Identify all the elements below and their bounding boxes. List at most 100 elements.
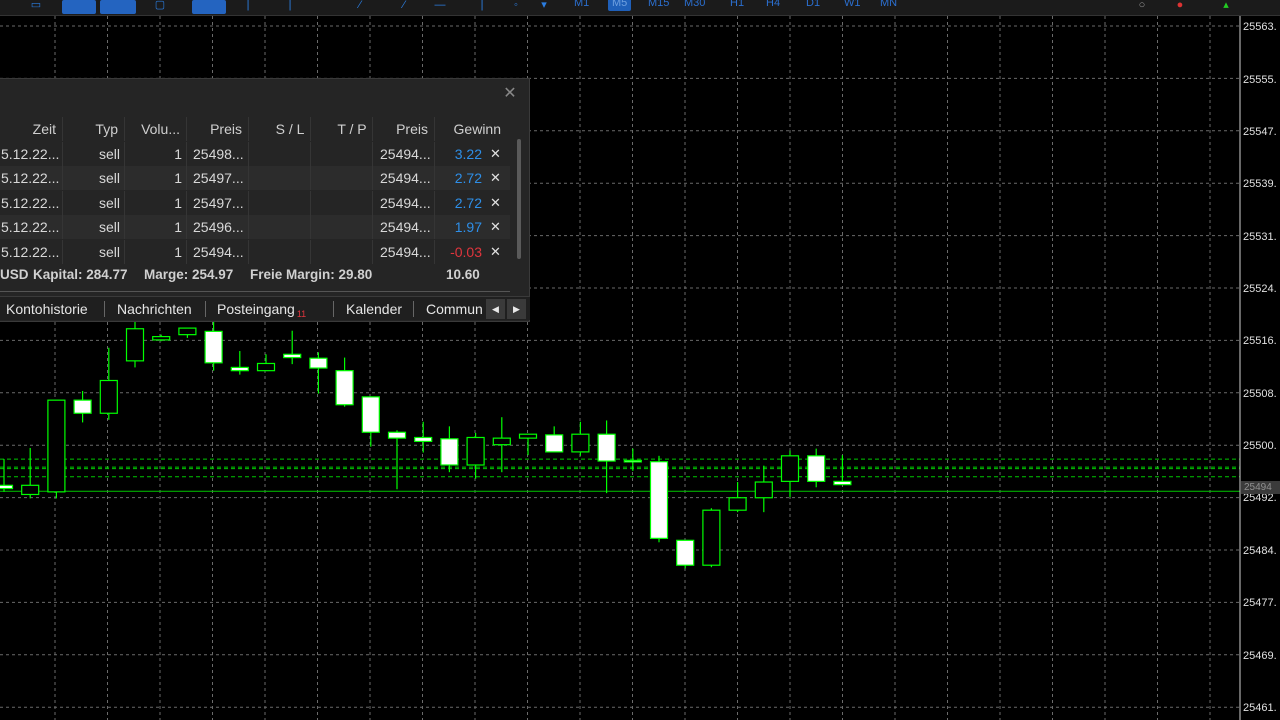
close-position-button[interactable]: ✕ [490, 166, 504, 190]
candle-body-bull [780, 455, 800, 482]
tab-nachrichten[interactable]: Nachrichten [117, 297, 192, 321]
row-profit: 3.22 [454, 146, 482, 162]
chart-window-icon[interactable]: ▭ [28, 0, 44, 12]
timeframe-mn[interactable]: MN [880, 0, 897, 11]
tab-kontohistorie[interactable]: Kontohistorie [6, 297, 88, 321]
trendline-icon[interactable]: ⁄ [352, 0, 368, 12]
table-row[interactable]: 5.12.22... sell 1 25496... 25494... 1.97… [0, 215, 510, 239]
candle-body-bull [518, 433, 538, 439]
candle [414, 421, 433, 453]
chart-toolbar: ▭ ▢ | | ⁄ ⁄ — | ◦ ▾ M1 M5 M15 M30 H1 H4 … [0, 0, 1280, 16]
candle [440, 426, 459, 473]
timeframe-m30[interactable]: M30 [684, 0, 705, 11]
candle-body-bear [230, 366, 249, 372]
candle-chart-button[interactable] [100, 0, 136, 14]
cursor-button[interactable] [192, 0, 226, 14]
table-row[interactable]: 5.12.22... sell 1 25494... 25494... -0.0… [0, 240, 510, 264]
candle [807, 448, 826, 488]
terminal-tab-bar: Kontohistorie Nachrichten Posteingang 11 … [0, 296, 530, 320]
close-position-button[interactable]: ✕ [490, 142, 504, 166]
tab-kalender[interactable]: Kalender [346, 297, 402, 321]
shapes-icon[interactable]: ◦ [508, 0, 524, 12]
table-row[interactable]: 5.12.22... sell 1 25497... 25494... 2.72… [0, 166, 510, 190]
tab-scroll-right-icon[interactable]: ▶ [507, 299, 526, 319]
trade-level-lines [0, 458, 1240, 492]
fibonacci-icon[interactable]: — [432, 0, 448, 12]
column-header-typ[interactable]: Typ [62, 117, 118, 141]
candle [676, 539, 695, 569]
column-header-zeit[interactable]: Zeit [0, 117, 56, 141]
signal-icon[interactable]: ▴ [1218, 0, 1234, 12]
tab-community[interactable]: Commun [426, 297, 484, 321]
account-summary: USD Kapital: 284.77 Marge: 254.97 Freie … [0, 265, 510, 287]
dropdown-arrow-icon[interactable]: ▾ [540, 0, 548, 12]
vertical-line-icon[interactable]: | [282, 0, 298, 12]
row-current-price: 25494... [380, 170, 431, 186]
candle [309, 352, 328, 394]
bar-chart-button[interactable] [62, 0, 96, 14]
candle [571, 421, 590, 456]
channel-icon[interactable]: ⁄ [396, 0, 412, 12]
candle-body-bull [728, 497, 747, 511]
column-header-gewinn[interactable]: Gewinn [434, 117, 501, 141]
row-profit: 1.97 [454, 219, 482, 235]
timeframe-d1[interactable]: D1 [806, 0, 820, 11]
close-position-button[interactable]: ✕ [490, 240, 504, 264]
candle-body-bull [125, 328, 145, 362]
row-volume: 1 [174, 219, 182, 235]
price-label: 25508. [1243, 388, 1277, 400]
column-header-preis[interactable]: Preis [186, 117, 242, 141]
tab-posteingang[interactable]: Posteingang 11 [217, 297, 306, 321]
timeframe-h1[interactable]: H1 [730, 0, 744, 11]
timeframe-w1[interactable]: W1 [844, 0, 861, 11]
timeframe-m1[interactable]: M1 [574, 0, 589, 11]
candle-body-bear [204, 330, 223, 364]
unread-badge: 11 [296, 309, 307, 319]
candle-body-bear [649, 461, 669, 539]
table-row[interactable]: 5.12.22... sell 1 25498... 25494... 3.22… [0, 142, 510, 166]
candle-body-bull [152, 336, 171, 341]
timeframe-m15[interactable]: M15 [648, 0, 669, 11]
candle [335, 357, 354, 407]
candle-body-bear [597, 433, 616, 462]
summary-free-margin: Freie Margin: 29.80 [250, 267, 373, 282]
row-open-price: 25494... [193, 244, 244, 260]
row-time: 5.12.22... [1, 146, 60, 162]
column-header-current-preis[interactable]: Preis [372, 117, 428, 141]
row-current-price: 25494... [380, 146, 431, 162]
price-label: 25461. [1243, 702, 1277, 714]
text-tool-icon[interactable]: | [474, 0, 490, 12]
close-icon[interactable]: ✕ [503, 86, 517, 102]
summary-total-profit: 10.60 [446, 267, 480, 282]
price-label: 25469. [1243, 650, 1277, 662]
candle [649, 455, 669, 543]
candle-body-bull [571, 433, 590, 453]
table-scrollbar[interactable] [517, 139, 521, 259]
price-label: 25563. [1243, 21, 1277, 33]
row-time: 5.12.22... [1, 195, 60, 211]
timeframe-h4[interactable]: H4 [766, 0, 780, 11]
tab-scroll-left-icon[interactable]: ◀ [486, 299, 505, 319]
row-current-price: 25494... [380, 219, 431, 235]
candle [754, 465, 773, 513]
price-label: 25477. [1243, 597, 1277, 609]
crosshair-icon[interactable]: | [240, 0, 256, 12]
candle-body-bear [807, 455, 826, 482]
price-label: 25539. [1243, 178, 1277, 190]
candle [597, 420, 616, 494]
notification-icon[interactable]: ● [1172, 0, 1188, 12]
column-header-volume[interactable]: Volu... [124, 117, 180, 141]
row-volume: 1 [174, 195, 182, 211]
candle-body-bull [47, 399, 66, 493]
search-icon[interactable]: ○ [1134, 0, 1150, 12]
lock-icon[interactable]: ▢ [152, 0, 168, 12]
timeframe-m5[interactable]: M5 [608, 0, 632, 11]
table-row[interactable]: 5.12.22... sell 1 25497... 25494... 2.72… [0, 191, 510, 215]
table-header: Zeit Typ Volu... Preis S / L T / P Preis… [0, 117, 510, 141]
row-open-price: 25497... [193, 195, 244, 211]
close-position-button[interactable]: ✕ [490, 191, 504, 215]
close-position-button[interactable]: ✕ [490, 215, 504, 239]
candle [545, 426, 564, 453]
candle-body-bear [676, 539, 695, 566]
tab-posteingang-label: Posteingang [217, 301, 295, 317]
